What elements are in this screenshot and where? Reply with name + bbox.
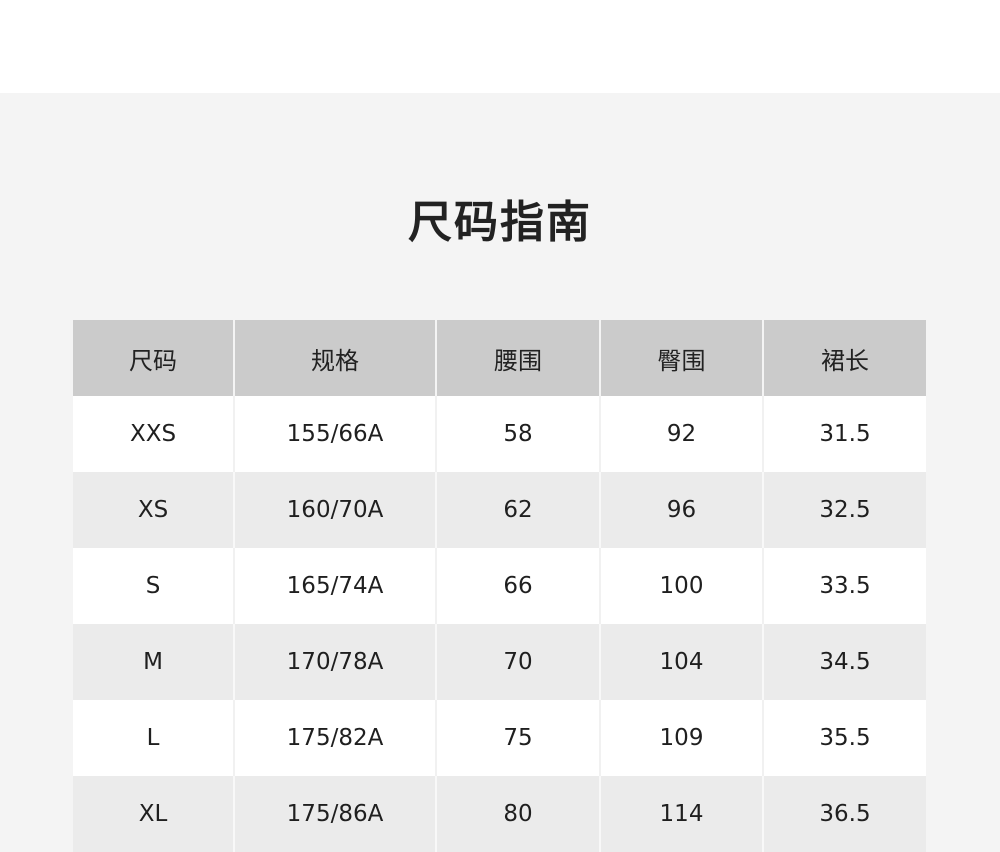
cell-size: S xyxy=(73,548,235,624)
cell-size: XL xyxy=(73,776,235,852)
table-row: M 170/78A 70 104 34.5 xyxy=(73,624,926,700)
cell-spec: 165/74A xyxy=(234,548,437,624)
table-row: XS 160/70A 62 96 32.5 xyxy=(73,472,926,548)
size-guide-table-container: 尺码 规格 腰围 臀围 裙长 XXS 155/66A 58 92 31.5 XS… xyxy=(73,320,926,852)
table-row: XXS 155/66A 58 92 31.5 xyxy=(73,396,926,472)
cell-spec: 170/78A xyxy=(234,624,437,700)
cell-size: L xyxy=(73,700,235,776)
cell-waist: 70 xyxy=(436,624,601,700)
cell-waist: 66 xyxy=(436,548,601,624)
cell-waist: 62 xyxy=(436,472,601,548)
table-row: XL 175/86A 80 114 36.5 xyxy=(73,776,926,852)
cell-skirt-length: 34.5 xyxy=(763,624,926,700)
cell-spec: 175/82A xyxy=(234,700,437,776)
cell-waist: 80 xyxy=(436,776,601,852)
cell-size: XXS xyxy=(73,396,235,472)
cell-hip: 109 xyxy=(600,700,764,776)
cell-waist: 58 xyxy=(436,396,601,472)
cell-spec: 160/70A xyxy=(234,472,437,548)
header-hip: 臀围 xyxy=(600,320,764,396)
size-guide-table: 尺码 规格 腰围 臀围 裙长 XXS 155/66A 58 92 31.5 XS… xyxy=(73,320,926,852)
table-row: S 165/74A 66 100 33.5 xyxy=(73,548,926,624)
cell-hip: 100 xyxy=(600,548,764,624)
cell-hip: 92 xyxy=(600,396,764,472)
cell-hip: 104 xyxy=(600,624,764,700)
cell-hip: 114 xyxy=(600,776,764,852)
page-title: 尺码指南 xyxy=(408,197,592,248)
cell-size: M xyxy=(73,624,235,700)
top-white-band xyxy=(0,0,1000,93)
table-row: L 175/82A 75 109 35.5 xyxy=(73,700,926,776)
cell-spec: 175/86A xyxy=(234,776,437,852)
cell-skirt-length: 36.5 xyxy=(763,776,926,852)
cell-skirt-length: 32.5 xyxy=(763,472,926,548)
cell-hip: 96 xyxy=(600,472,764,548)
cell-waist: 75 xyxy=(436,700,601,776)
cell-spec: 155/66A xyxy=(234,396,437,472)
cell-skirt-length: 31.5 xyxy=(763,396,926,472)
cell-skirt-length: 33.5 xyxy=(763,548,926,624)
header-skirt-length: 裙长 xyxy=(763,320,926,396)
header-spec: 规格 xyxy=(234,320,437,396)
header-size: 尺码 xyxy=(73,320,235,396)
table-header-row: 尺码 规格 腰围 臀围 裙长 xyxy=(73,320,926,396)
cell-skirt-length: 35.5 xyxy=(763,700,926,776)
cell-size: XS xyxy=(73,472,235,548)
header-waist: 腰围 xyxy=(436,320,601,396)
